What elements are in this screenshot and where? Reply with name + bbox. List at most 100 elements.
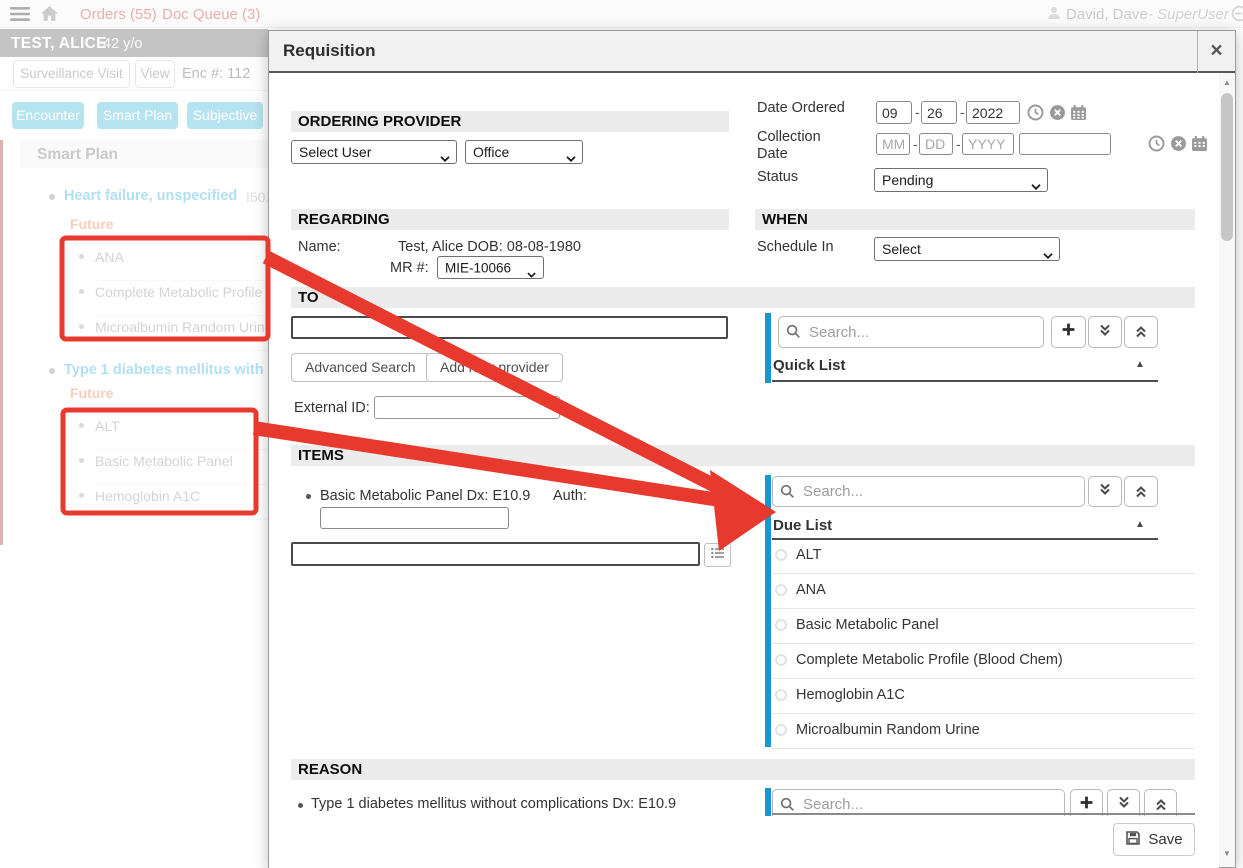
due-list-item-radio[interactable]	[775, 689, 787, 701]
scroll-down-icon[interactable]: ▼	[1219, 849, 1235, 858]
nav-doc-queue-link[interactable]: Doc Queue (3)	[162, 6, 260, 23]
section-header-items: ITEMS	[291, 445, 1195, 466]
scrollbar-thumb[interactable]	[1221, 93, 1233, 241]
collapse-triangle-icon[interactable]: ▲	[1135, 519, 1145, 530]
status-label: Status	[757, 169, 798, 185]
diagnosis-link-heart-failure[interactable]: Heart failure, unspecified	[64, 188, 237, 204]
nav-orders-link[interactable]: Orders (55)	[80, 6, 157, 23]
schedule-in-select[interactable]: Select	[874, 237, 1060, 261]
collection-year-input[interactable]	[962, 133, 1014, 155]
calendar-icon[interactable]	[1191, 135, 1208, 152]
bullet-dot	[298, 803, 303, 808]
section-header-regarding: REGARDING	[291, 209, 729, 230]
advanced-search-button[interactable]: Advanced Search	[291, 353, 430, 382]
visit-type-button[interactable]: Surveillance Visit	[13, 60, 130, 88]
smart-plan-title: Smart Plan	[37, 146, 118, 164]
expand-all-button[interactable]	[1088, 476, 1122, 507]
items-search-input[interactable]	[291, 542, 700, 566]
due-list-item[interactable]: ANA	[772, 574, 1195, 609]
collapse-all-button[interactable]	[1144, 789, 1177, 816]
due-list-item-radio[interactable]	[775, 724, 787, 736]
clock-icon[interactable]	[1148, 135, 1165, 152]
tab-subjective[interactable]: Subjective	[187, 102, 263, 129]
section-header-reason: REASON	[291, 759, 1195, 780]
patient-banner: TEST, ALICE 42 y/o	[0, 29, 268, 57]
due-list-item[interactable]: Basic Metabolic Panel	[772, 609, 1195, 644]
add-new-provider-button[interactable]: Add new provider	[426, 353, 563, 382]
hamburger-menu-icon[interactable]	[10, 6, 30, 22]
due-list-accent-bar	[765, 475, 771, 747]
quick-list-accent-bar	[765, 313, 771, 383]
due-list-item[interactable]: Complete Metabolic Profile (Blood Chem)	[772, 644, 1195, 679]
due-list-item[interactable]: Hemoglobin A1C	[772, 679, 1195, 714]
mr-number-select[interactable]: MIE-10066	[437, 256, 544, 279]
add-button[interactable]	[1051, 316, 1086, 348]
external-id-label: External ID:	[294, 400, 370, 416]
modal-scrollbar[interactable]: ▲ ▼	[1218, 73, 1235, 867]
save-icon	[1125, 830, 1141, 850]
tab-encounter[interactable]: Encounter	[12, 102, 84, 129]
chevrons-up-icon	[1134, 485, 1148, 499]
expand-all-button[interactable]	[1088, 316, 1122, 348]
external-id-input[interactable]	[374, 396, 560, 419]
diagnosis-link-diabetes[interactable]: Type 1 diabetes mellitus with	[64, 362, 264, 378]
plus-icon	[1079, 795, 1094, 815]
clear-date-icon[interactable]	[1170, 135, 1187, 152]
scroll-up-icon[interactable]: ▲	[1219, 78, 1235, 87]
collection-time-input[interactable]	[1019, 133, 1111, 155]
chevrons-up-icon	[1134, 325, 1148, 339]
phase-label: Future	[70, 216, 114, 232]
clear-date-icon[interactable]	[1049, 104, 1066, 121]
bullet-dot	[79, 324, 84, 329]
due-list-search-input[interactable]	[772, 476, 1085, 507]
tab-smart-plan[interactable]: Smart Plan	[97, 102, 178, 129]
modal-header: Requisition	[269, 31, 1235, 73]
bullet-dot	[49, 368, 55, 374]
clock-icon[interactable]	[1027, 104, 1044, 121]
collection-month-input[interactable]	[876, 133, 910, 155]
due-list-item-radio[interactable]	[775, 619, 787, 631]
view-button[interactable]: View	[135, 60, 175, 88]
add-button[interactable]	[1070, 789, 1103, 816]
date-separator: -	[960, 104, 965, 120]
save-button[interactable]: Save	[1113, 823, 1195, 856]
due-list-item-radio[interactable]	[775, 584, 787, 596]
due-list-item[interactable]: ALT	[772, 539, 1195, 574]
home-icon[interactable]	[40, 5, 59, 22]
status-select[interactable]: Pending	[874, 168, 1048, 192]
reason-search-input[interactable]	[772, 789, 1065, 816]
date-ordered-day-input[interactable]	[921, 101, 957, 124]
to-recipient-input[interactable]	[291, 316, 728, 339]
collection-day-input[interactable]	[919, 133, 953, 155]
collapse-triangle-icon[interactable]: ▲	[1135, 359, 1145, 370]
ordering-provider-user-select[interactable]: Select User	[291, 140, 457, 164]
auth-label: Auth:	[553, 488, 587, 504]
reason-accent-bar	[765, 788, 771, 816]
ordering-provider-location-select[interactable]: Office	[465, 140, 583, 164]
collapse-all-button[interactable]	[1124, 316, 1158, 348]
user-name: David, Dave	[1066, 6, 1148, 23]
due-list-title: Due List	[773, 517, 832, 534]
quick-list-search-input[interactable]	[778, 316, 1044, 348]
date-ordered-year-input[interactable]	[966, 101, 1020, 124]
expand-all-button[interactable]	[1107, 789, 1140, 816]
due-list-item[interactable]: Microalbumin Random Urine	[772, 714, 1195, 749]
collapse-all-button[interactable]	[1124, 476, 1158, 507]
list-select-button[interactable]	[704, 543, 731, 567]
chevron-down-icon	[1043, 246, 1053, 252]
auth-input[interactable]	[320, 507, 509, 529]
section-header-to: TO	[291, 287, 1195, 308]
date-separator: -	[915, 104, 920, 120]
due-list-item-radio[interactable]	[775, 549, 787, 561]
calendar-icon[interactable]	[1070, 104, 1087, 121]
user-icon	[1046, 5, 1062, 21]
logout-icon[interactable]	[1231, 5, 1243, 22]
due-list-item-radio[interactable]	[775, 654, 787, 666]
date-separator: -	[956, 136, 961, 152]
requisition-modal: Requisition × ▲ ▼ ORDERING PROVIDER Sele…	[268, 30, 1236, 868]
save-label: Save	[1148, 831, 1182, 848]
close-button[interactable]: ×	[1197, 31, 1235, 73]
bullet-dot	[79, 458, 84, 463]
chevron-down-icon	[527, 265, 537, 271]
date-ordered-month-input[interactable]	[876, 101, 912, 124]
